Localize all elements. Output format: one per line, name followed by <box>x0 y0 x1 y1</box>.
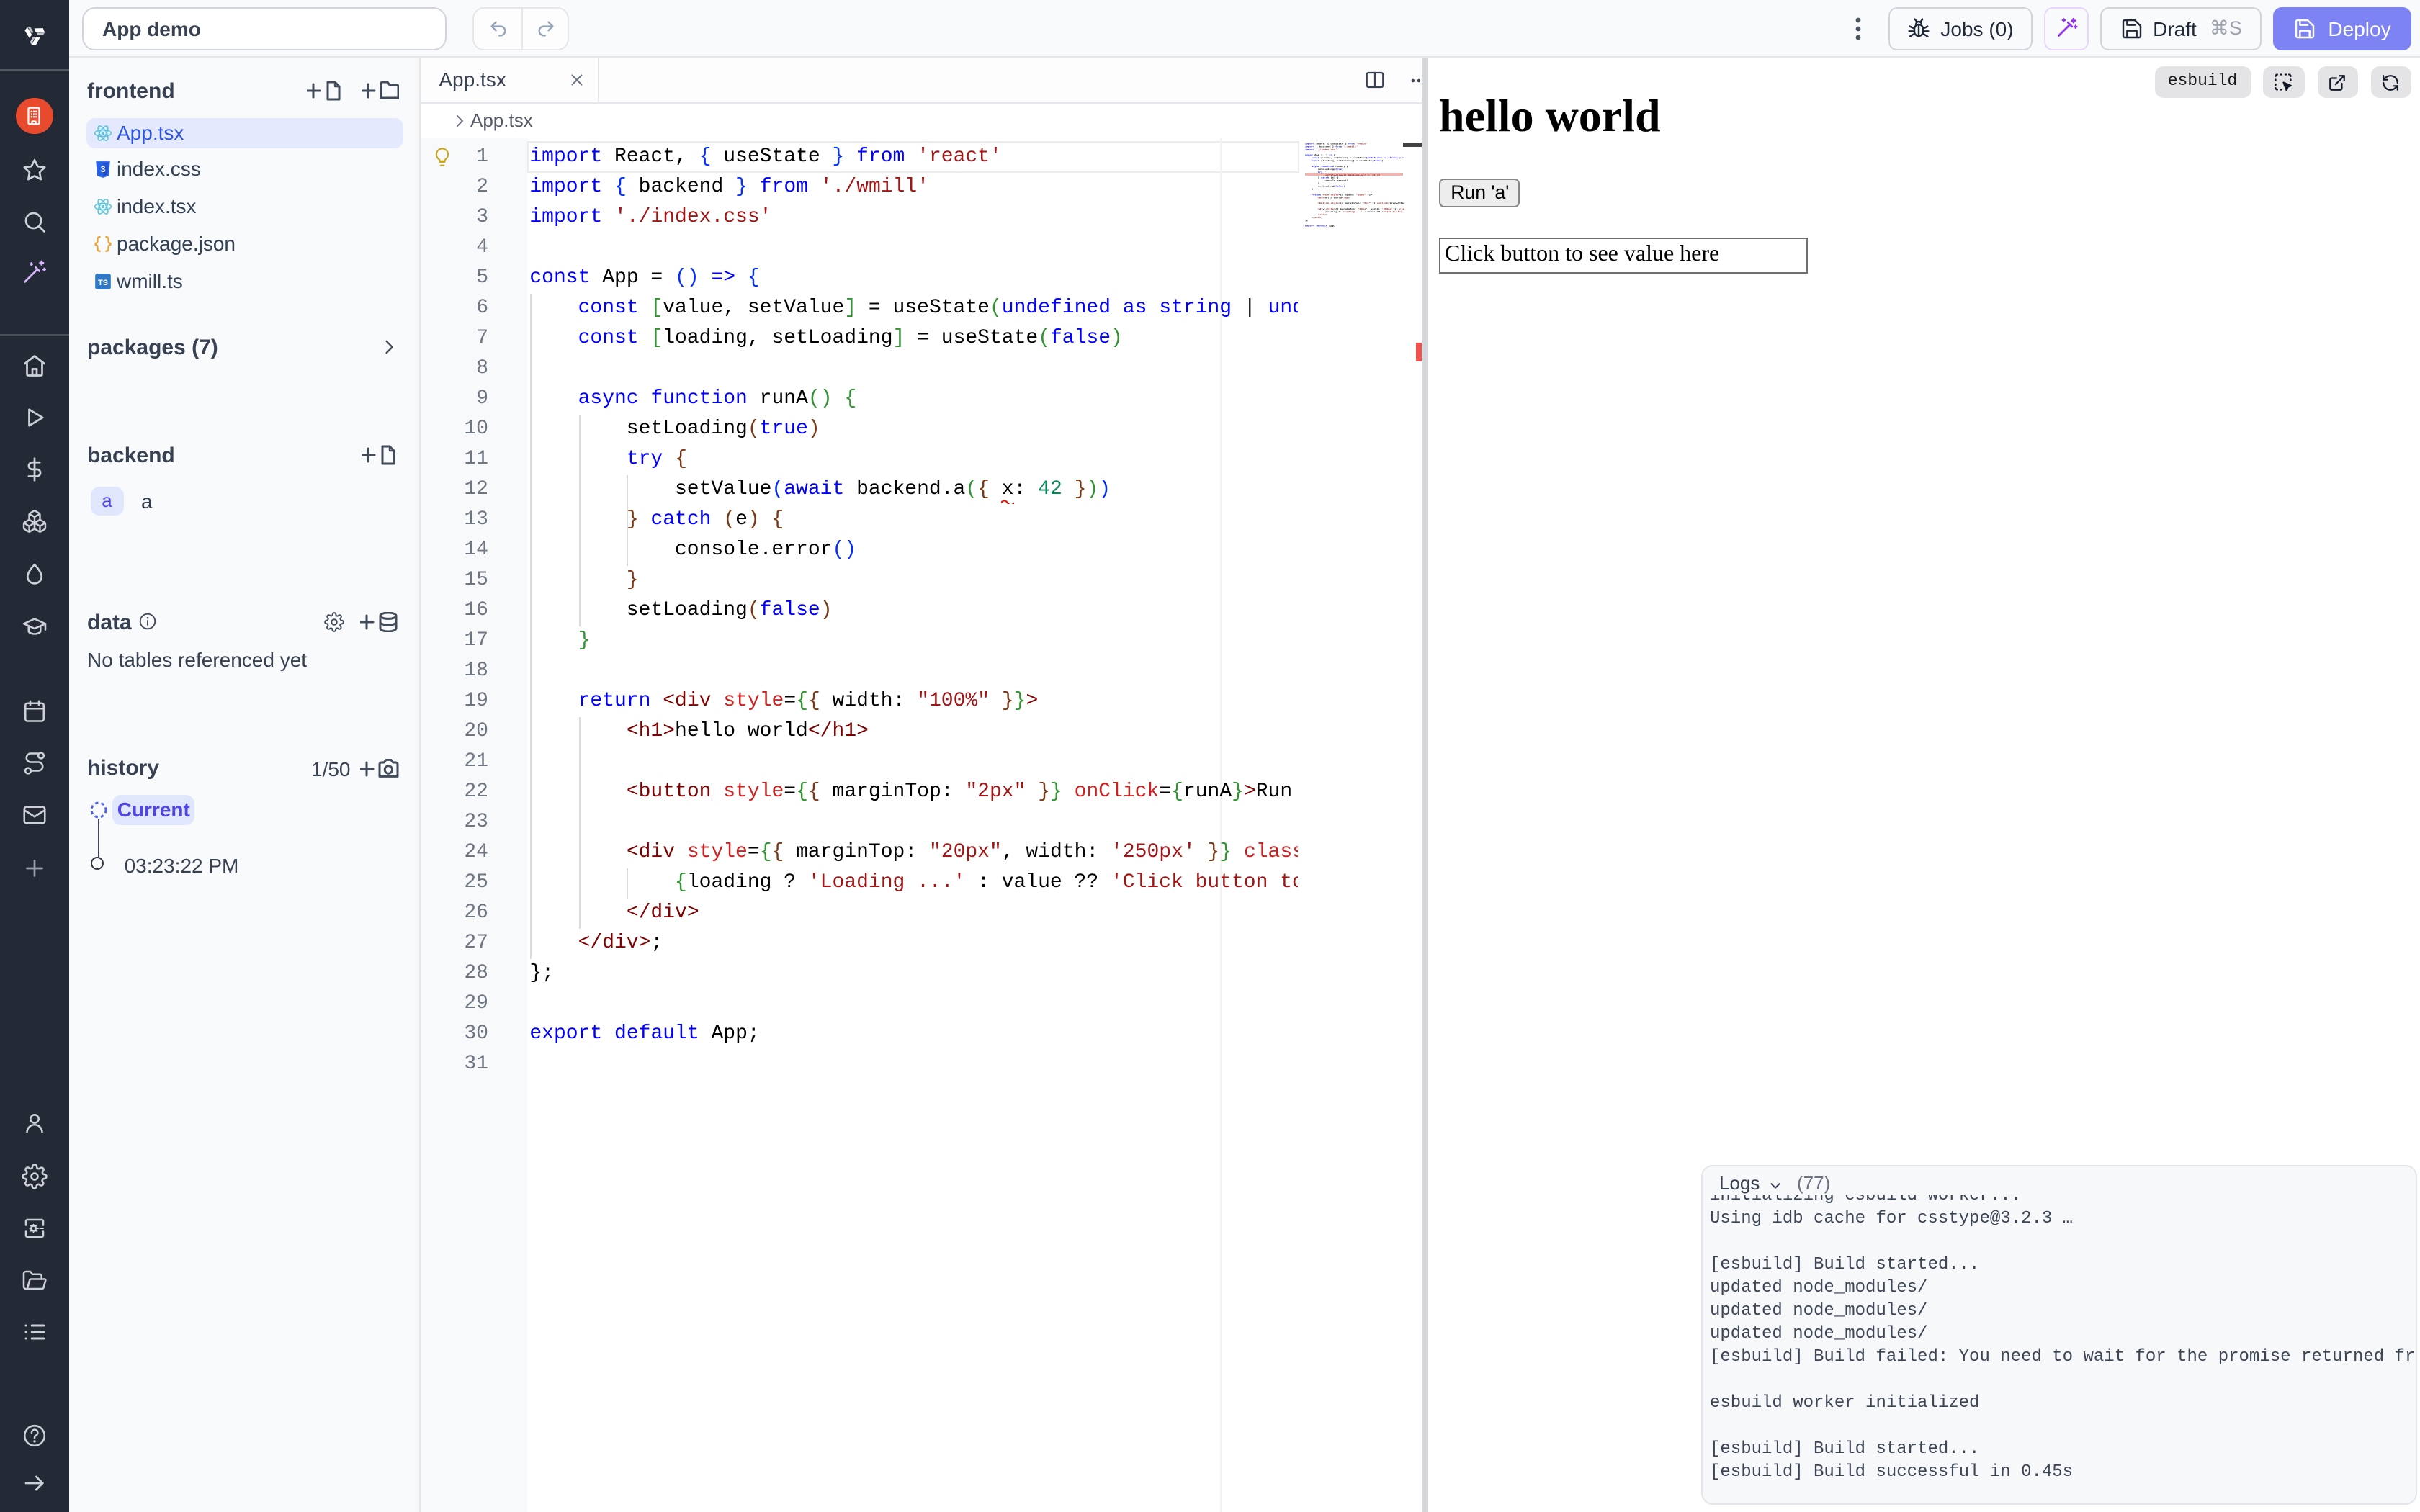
svg-text:TS: TS <box>98 278 108 287</box>
svg-text:3: 3 <box>101 164 106 174</box>
